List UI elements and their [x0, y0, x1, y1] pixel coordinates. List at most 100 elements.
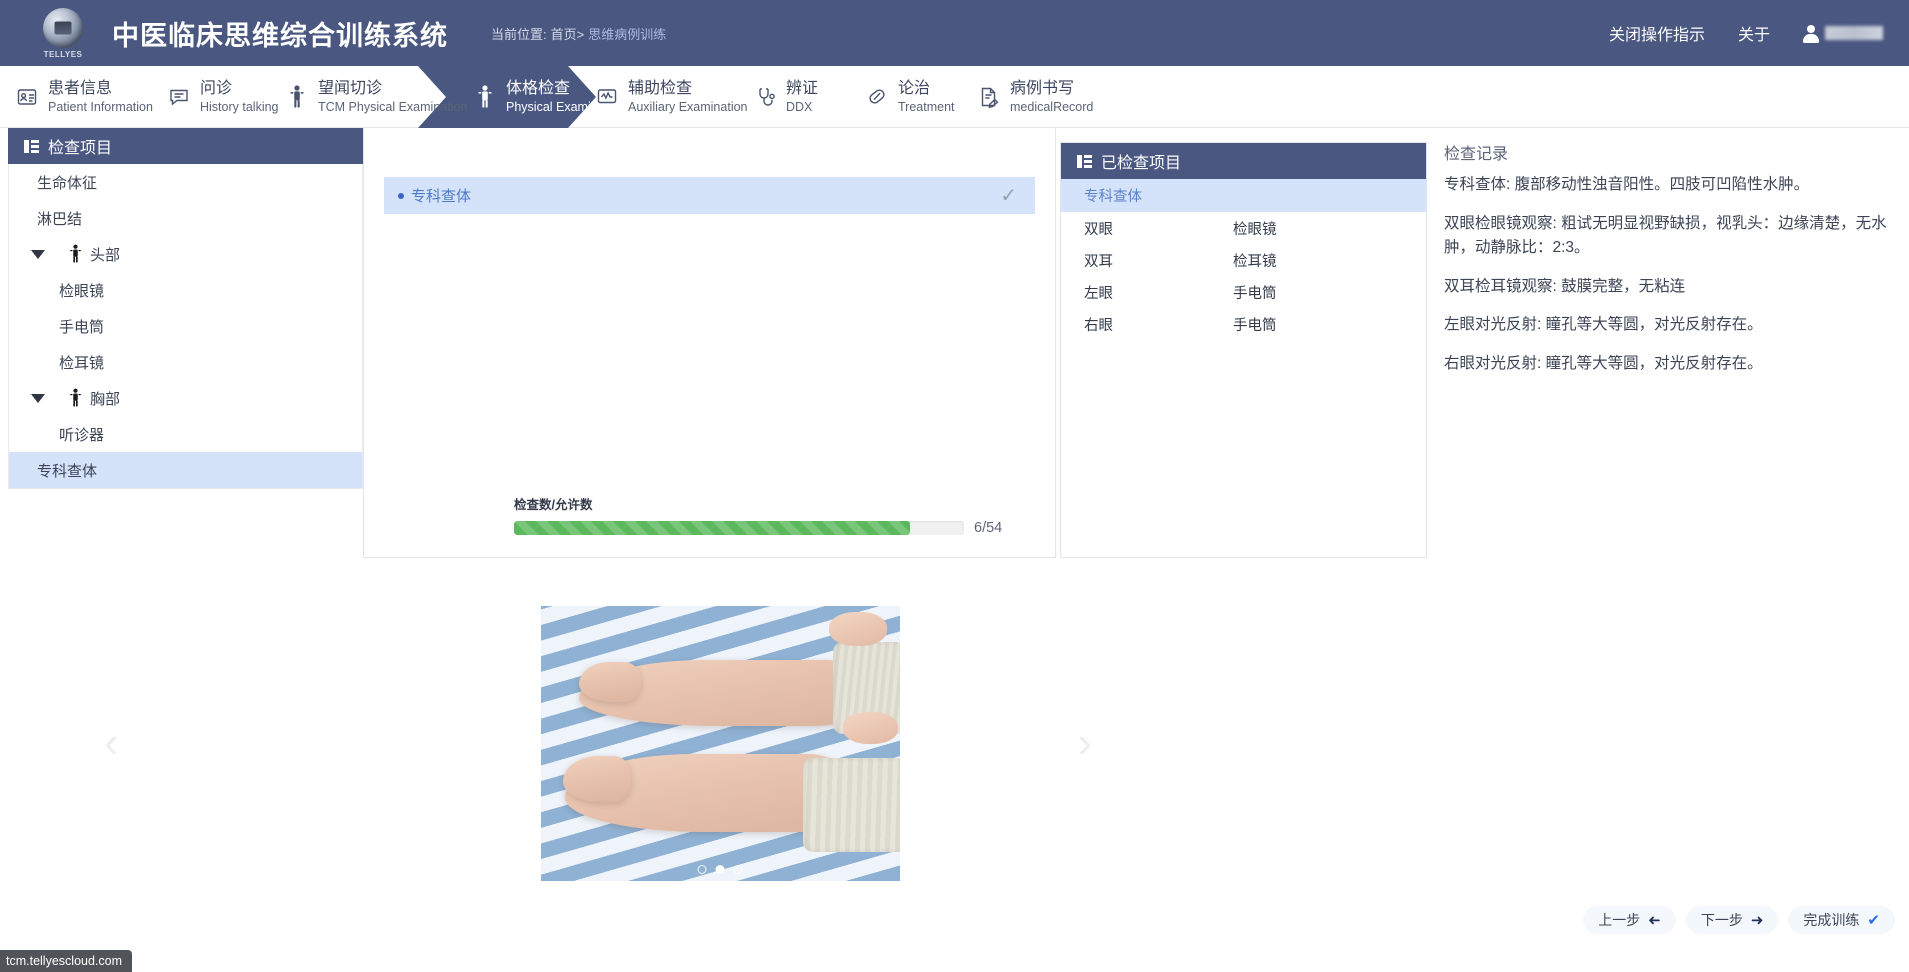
tree-item-7[interactable]: 听诊器: [9, 416, 362, 452]
user-menu[interactable]: [1803, 24, 1883, 43]
logo: TELLYES: [22, 0, 104, 66]
breadcrumb: 当前位置: 首页> 思维病例训练: [491, 24, 666, 43]
breadcrumb-home[interactable]: 首页>: [551, 24, 585, 43]
status-url: tcm.tellyescloud.com: [6, 954, 123, 968]
breadcrumb-current: 思维病例训练: [588, 26, 667, 42]
examined-item-row[interactable]: 双耳 检耳镜: [1061, 244, 1426, 276]
nav-step-label-en: DDX: [786, 99, 813, 114]
examined-item-row[interactable]: 左眼 手电筒: [1061, 276, 1426, 308]
clinical-photo[interactable]: [540, 605, 900, 881]
tree-item-6[interactable]: 胸部: [9, 380, 362, 416]
chat-bubble-icon: [168, 85, 190, 109]
carousel-dot-3[interactable]: [733, 864, 743, 874]
exam-detail-panel: 专科查体 ✓ 检查数/允许数 6/54: [363, 128, 1056, 558]
tree-item-label: 手电筒: [59, 318, 105, 336]
tree-item-label: 生命体征: [37, 174, 98, 192]
examined-item-part: 左眼: [1084, 285, 1113, 302]
tree-item-8[interactable]: 专科查体: [9, 452, 362, 488]
tree-item-3[interactable]: 检眼镜: [9, 272, 362, 308]
nav-step-label-zh: 辨证: [786, 79, 819, 97]
nav-step-auxiliary-examination[interactable]: 辅助检查 Auxiliary Examination: [580, 66, 748, 128]
nav-step-patient-information[interactable]: 患者信息 Patient Information: [0, 66, 153, 128]
exam-progress: 检查数/允许数 6/54: [514, 494, 1044, 536]
examined-item-tool: 手电筒: [1233, 317, 1277, 334]
nav-step-tcm-physical-examination[interactable]: 望闻切诊 TCM Physical Examination: [270, 66, 467, 128]
chevron-left-icon[interactable]: ‹: [104, 721, 119, 765]
person-icon: [286, 85, 308, 109]
examined-items-group-header[interactable]: 专科查体: [1061, 179, 1426, 212]
exam-record-paragraph: 左眼对光反射: 瞳孔等大等圆，对光反射存在。: [1444, 316, 1763, 334]
progress-fill: [514, 521, 910, 535]
examined-item-tool: 手电筒: [1233, 285, 1277, 302]
status-bar: tcm.tellyescloud.com: [0, 950, 133, 972]
nav-step-medicalrecord[interactable]: 病例书写 medicalRecord: [962, 66, 1102, 128]
examined-item-row[interactable]: 右眼 手电筒: [1061, 308, 1426, 340]
document-pen-icon: [978, 85, 1000, 109]
tellyes-orb-icon: [43, 7, 83, 48]
person-icon: [69, 388, 82, 408]
next-step-label: 下一步: [1700, 912, 1743, 928]
nav-step-treatment[interactable]: 论治 Treatment: [850, 66, 962, 128]
examined-item-part: 双眼: [1084, 221, 1113, 238]
examined-items-panel: 已检查项目 专科查体 双眼 检眼镜 双耳 检耳镜 左眼 手电筒 右眼 手电筒: [1060, 142, 1427, 558]
tree-item-0[interactable]: 生命体征: [9, 164, 362, 200]
nav-step-label-zh: 问诊: [200, 79, 233, 97]
user-avatar-icon: [1803, 24, 1819, 43]
progress-label: 检查数/允许数: [514, 498, 593, 512]
tree-item-label: 听诊器: [59, 426, 105, 444]
foot-upper: [578, 661, 641, 702]
chevron-right-icon[interactable]: ›: [1077, 721, 1092, 765]
main-content: 检查项目 生命体征 淋巴结 头部 检眼镜 手电筒 检耳镜 胸部 听诊器 专科查体 专科查体 ✓ …: [0, 128, 1909, 972]
tree-item-label: 专科查体: [37, 462, 98, 480]
person-icon: [474, 85, 496, 109]
tree-item-5[interactable]: 检耳镜: [9, 344, 362, 380]
examiner-hand-lower: [842, 711, 898, 744]
exam-record-paragraph: 专科查体: 腹部移动性浊音阳性。四肢可凹陷性水肿。: [1444, 176, 1810, 194]
nav-step-label-zh: 病例书写: [1010, 79, 1075, 97]
carousel-dot-2[interactable]: [715, 864, 725, 874]
monitor-icon: [596, 85, 618, 109]
logo-text: TELLYES: [43, 49, 83, 59]
nav-step-ddx[interactable]: 辨证 DDX: [738, 66, 850, 128]
prev-step-label: 上一步: [1598, 912, 1641, 928]
close-tips-button[interactable]: 关闭操作指示: [1609, 21, 1705, 45]
exam-record-paragraph: 右眼对光反射: 瞳孔等大等圆，对光反射存在。: [1444, 354, 1763, 372]
carousel-dots: [697, 864, 743, 874]
caret-down-icon[interactable]: [31, 393, 45, 403]
carousel-dot-1[interactable]: [697, 864, 707, 874]
exam-records-title: 检查记录: [1444, 146, 1509, 163]
nav-step-physical-examination[interactable]: 体格检查 Physical Examination: [440, 66, 625, 128]
wizard-buttons: 上一步 ➜ 下一步 ➜ 完成训练 ✔: [1583, 906, 1895, 934]
step-nav: 患者信息 Patient Information 问诊 History talking…: [0, 66, 1909, 128]
foot-lower: [562, 755, 631, 802]
id-card-icon: [16, 85, 38, 109]
examined-items-panel-header: 已检查项目: [1061, 143, 1426, 179]
next-step-button[interactable]: 下一步 ➜: [1685, 906, 1779, 934]
selected-exam-row[interactable]: 专科查体 ✓: [384, 177, 1035, 214]
nav-step-label-en: History talking: [200, 99, 279, 114]
examined-item-part: 双耳: [1084, 253, 1113, 270]
exam-items-panel-title: 检查项目: [48, 140, 113, 157]
tree-item-label: 淋巴结: [37, 210, 83, 228]
tree-item-2[interactable]: 头部: [9, 236, 362, 272]
tree-item-1[interactable]: 淋巴结: [9, 200, 362, 236]
exam-record-paragraph: 双眼检眼镜观察: 粗试无明显视野缺损，视乳头：边缘清楚，无水肿，动静脉比：2:3…: [1444, 214, 1887, 257]
nav-step-label-en: Treatment: [898, 99, 955, 114]
user-name: [1825, 26, 1883, 40]
examined-item-part: 右眼: [1084, 317, 1113, 334]
nav-step-label-zh: 辅助检查: [628, 79, 693, 97]
finish-training-button[interactable]: 完成训练 ✔: [1788, 906, 1895, 934]
tree-item-label: 胸部: [90, 390, 121, 408]
exam-items-panel: 检查项目 生命体征淋巴结头部 检眼镜手电筒检耳镜胸部听诊器专科查体: [8, 128, 363, 489]
nav-step-label-en: medicalRecord: [1010, 99, 1094, 114]
prev-step-button[interactable]: 上一步 ➜: [1583, 906, 1676, 934]
caret-down-icon[interactable]: [31, 249, 45, 259]
examined-item-row[interactable]: 双眼 检眼镜: [1061, 212, 1426, 244]
tree-item-4[interactable]: 手电筒: [9, 308, 362, 344]
about-button[interactable]: 关于: [1738, 21, 1770, 45]
nav-step-history-talking[interactable]: 问诊 History talking: [152, 66, 279, 128]
examined-item-tool: 检眼镜: [1233, 221, 1277, 238]
gown-lower: [802, 757, 900, 852]
examined-items-group-label: 专科查体: [1084, 189, 1142, 205]
person-icon: [69, 244, 82, 264]
